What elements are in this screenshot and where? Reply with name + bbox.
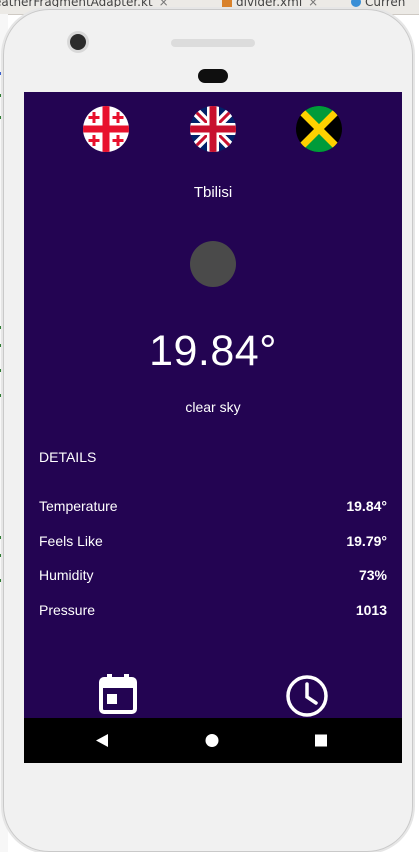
georgia-flag-icon[interactable] [83,106,129,152]
front-camera [70,34,86,50]
ide-tab[interactable]: Curren [351,0,405,9]
speaker-grille [171,39,255,47]
weather-condition-icon [190,241,236,287]
details-list: Temperature 19.84° Feels Like 19.79° Hum… [39,498,387,636]
weather-description: clear sky [185,399,241,415]
detail-label: Humidity [39,567,94,583]
ide-tab[interactable]: eatherFragmentAdapter.kt × [0,0,169,9]
clock-icon[interactable] [285,674,329,723]
bottom-action-bar [24,674,402,718]
ide-tab-label: divider.xml [236,0,303,9]
city-name: Tbilisi [193,184,233,201]
detail-row-feels-like: Feels Like 19.79° [39,533,387,568]
recent-apps-square-icon [315,734,327,747]
back-button[interactable] [81,718,121,763]
detail-row-humidity: Humidity 73% [39,567,387,602]
current-temperature: 19.84° [149,327,277,375]
city-selector [24,106,402,154]
detail-row-pressure: Pressure 1013 [39,602,387,637]
recent-apps-button[interactable] [301,718,341,763]
detail-value: 19.79° [346,532,387,549]
kotlin-class-icon [351,0,361,7]
close-tab-icon[interactable]: × [308,0,318,9]
detail-value: 1013 [355,601,387,618]
detail-value: 19.84° [346,498,387,514]
home-button[interactable] [192,718,232,763]
xml-file-icon [222,0,232,7]
app-screen: Tbilisi 19.84° clear sky DETAILS Tempera… [24,92,402,763]
detail-row-temperature: Temperature 19.84° [39,498,387,533]
united-kingdom-flag-icon[interactable] [190,106,236,152]
detail-label: Feels Like [39,532,103,549]
detail-value: 73% [358,567,387,583]
back-triangle-icon [96,734,108,747]
earpiece [198,69,228,83]
ide-tab-label: eatherFragmentAdapter.kt [0,0,153,9]
calendar-icon[interactable] [99,674,137,719]
home-circle-icon [205,734,219,747]
details-heading: DETAILS [39,449,97,465]
detail-label: Pressure [39,601,96,618]
close-tab-icon[interactable]: × [159,0,169,9]
ide-tab-label: Curren [365,0,406,9]
jamaica-flag-icon[interactable] [296,106,342,152]
detail-label: Temperature [39,498,118,514]
ide-tab[interactable]: divider.xml × [222,0,318,9]
android-navigation-bar [24,718,402,763]
